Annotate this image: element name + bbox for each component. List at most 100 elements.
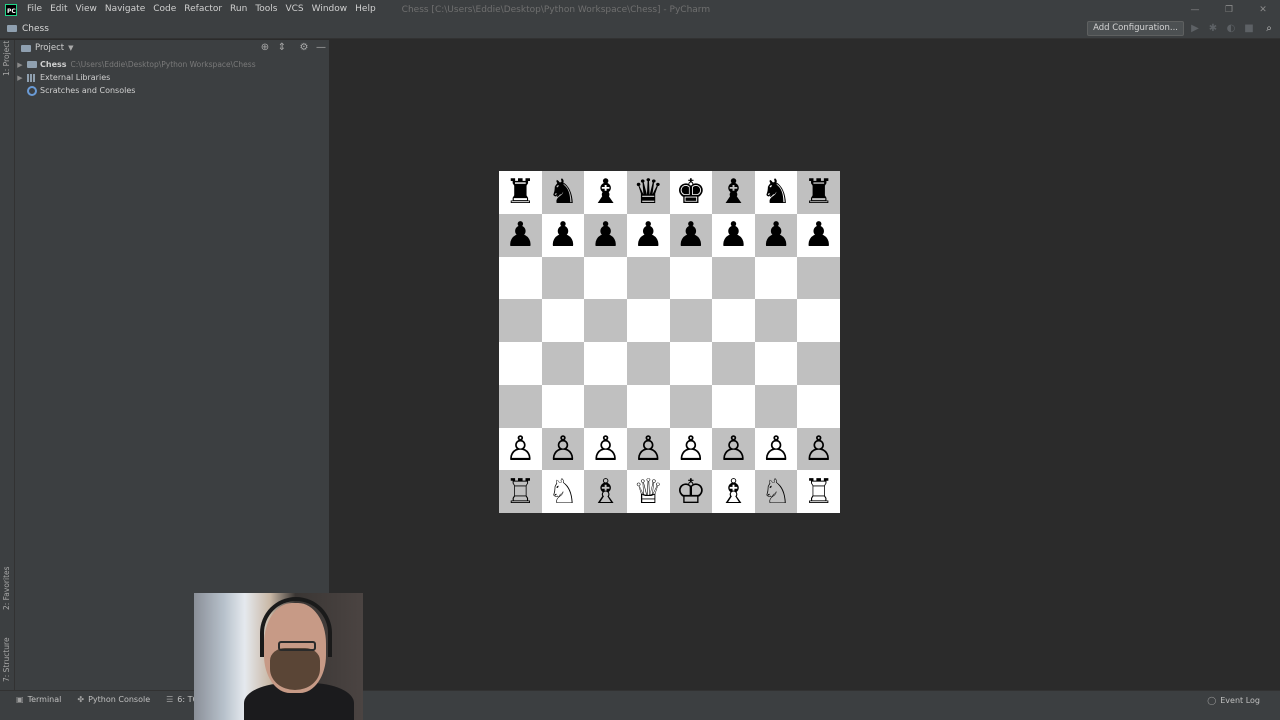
run-icon[interactable]: ▶ bbox=[1188, 22, 1202, 36]
board-square[interactable]: ♖ bbox=[499, 470, 542, 513]
chess-piece[interactable]: ♖ bbox=[505, 475, 535, 509]
chess-piece[interactable]: ♟ bbox=[676, 218, 706, 252]
board-square[interactable]: ♖ bbox=[797, 470, 840, 513]
chess-piece[interactable]: ♛ bbox=[633, 175, 663, 209]
board-square[interactable]: ♟ bbox=[754, 213, 798, 257]
stop-icon[interactable]: ■ bbox=[1242, 22, 1256, 36]
board-square[interactable]: ♝ bbox=[712, 171, 755, 214]
chess-piece[interactable]: ♟ bbox=[505, 218, 535, 252]
board-square[interactable]: ♗ bbox=[712, 470, 755, 513]
board-square[interactable] bbox=[499, 342, 542, 385]
board-square[interactable] bbox=[669, 384, 713, 428]
chess-piece[interactable]: ♜ bbox=[505, 175, 535, 209]
board-square[interactable]: ♙ bbox=[499, 427, 542, 471]
board-square[interactable] bbox=[499, 299, 542, 342]
menu-view[interactable]: View bbox=[72, 0, 101, 19]
board-square[interactable] bbox=[754, 256, 798, 300]
menu-tools[interactable]: Tools bbox=[251, 0, 281, 19]
board-square[interactable] bbox=[499, 384, 542, 428]
board-square[interactable] bbox=[541, 342, 585, 385]
chess-piece[interactable]: ♟ bbox=[718, 218, 748, 252]
board-square[interactable]: ♟ bbox=[584, 213, 627, 257]
event-log-tab[interactable]: ◯ Event Log bbox=[1207, 691, 1260, 709]
favorites-tool-tab[interactable]: 2: Favorites bbox=[2, 566, 11, 610]
chess-piece[interactable]: ♗ bbox=[590, 475, 620, 509]
board-square[interactable] bbox=[584, 384, 627, 428]
locate-icon[interactable]: ⊕ bbox=[259, 42, 271, 54]
board-square[interactable]: ♜ bbox=[797, 171, 840, 214]
chess-piece[interactable]: ♘ bbox=[548, 475, 578, 509]
board-square[interactable]: ♟ bbox=[797, 213, 840, 257]
board-square[interactable]: ♟ bbox=[712, 213, 755, 257]
chess-piece[interactable]: ♚ bbox=[676, 175, 706, 209]
menu-refactor[interactable]: Refactor bbox=[180, 0, 226, 19]
chess-piece[interactable]: ♗ bbox=[718, 475, 748, 509]
board-square[interactable]: ♞ bbox=[754, 171, 798, 214]
board-square[interactable] bbox=[669, 342, 713, 385]
chess-piece[interactable]: ♟ bbox=[633, 218, 663, 252]
chess-piece[interactable]: ♙ bbox=[505, 432, 535, 466]
board-square[interactable] bbox=[797, 384, 840, 428]
search-icon[interactable]: ⌕ bbox=[1262, 22, 1276, 36]
coverage-icon[interactable]: ◐ bbox=[1224, 22, 1238, 36]
chess-piece[interactable]: ♝ bbox=[590, 175, 620, 209]
board-square[interactable] bbox=[541, 299, 585, 342]
board-square[interactable]: ♞ bbox=[541, 171, 585, 214]
board-square[interactable]: ♛ bbox=[626, 171, 670, 214]
board-square[interactable] bbox=[712, 342, 755, 385]
tree-item-scratches[interactable]: Scratches and Consoles bbox=[15, 84, 135, 97]
board-square[interactable]: ♙ bbox=[797, 427, 840, 471]
board-square[interactable] bbox=[584, 342, 627, 385]
board-square[interactable]: ♗ bbox=[584, 470, 627, 513]
menu-help[interactable]: Help bbox=[351, 0, 380, 19]
restore-icon[interactable]: ❐ bbox=[1212, 0, 1246, 19]
board-square[interactable] bbox=[626, 342, 670, 385]
chess-piece[interactable]: ♙ bbox=[633, 432, 663, 466]
board-square[interactable] bbox=[669, 256, 713, 300]
menu-window[interactable]: Window bbox=[308, 0, 352, 19]
chess-piece[interactable]: ♕ bbox=[633, 475, 663, 509]
board-square[interactable] bbox=[712, 256, 755, 300]
board-square[interactable]: ♜ bbox=[499, 171, 542, 214]
chess-piece[interactable]: ♖ bbox=[803, 475, 833, 509]
board-square[interactable] bbox=[797, 256, 840, 300]
menu-run[interactable]: Run bbox=[226, 0, 251, 19]
breadcrumb-project[interactable]: Chess bbox=[22, 24, 49, 34]
menu-file[interactable]: File bbox=[23, 0, 46, 19]
board-square[interactable]: ♝ bbox=[584, 171, 627, 214]
board-square[interactable]: ♘ bbox=[754, 470, 798, 513]
board-square[interactable]: ♔ bbox=[669, 470, 713, 513]
board-square[interactable]: ♙ bbox=[541, 427, 585, 471]
chevron-down-icon[interactable]: ▼ bbox=[68, 44, 73, 52]
chess-piece[interactable]: ♟ bbox=[761, 218, 791, 252]
hide-panel-icon[interactable]: — bbox=[315, 42, 327, 54]
board-square[interactable]: ♘ bbox=[541, 470, 585, 513]
chess-piece[interactable]: ♙ bbox=[676, 432, 706, 466]
chess-piece[interactable]: ♔ bbox=[676, 475, 706, 509]
menu-navigate[interactable]: Navigate bbox=[101, 0, 149, 19]
chess-piece[interactable]: ♞ bbox=[761, 175, 791, 209]
board-square[interactable] bbox=[754, 342, 798, 385]
board-square[interactable] bbox=[541, 256, 585, 300]
board-square[interactable] bbox=[499, 256, 542, 300]
chess-piece[interactable]: ♙ bbox=[718, 432, 748, 466]
expand-arrow-icon[interactable]: ▶ bbox=[15, 61, 25, 69]
board-square[interactable]: ♙ bbox=[626, 427, 670, 471]
menu-edit[interactable]: Edit bbox=[46, 0, 71, 19]
board-square[interactable] bbox=[626, 299, 670, 342]
chess-board[interactable]: ♜ ♞ ♝ ♛ ♚ ♝ ♞ ♜ ♟ ♟ ♟ ♟ ♟ ♟ ♟ ♟ ♙ ♙ ♙ ♙ ♙ ♙ ♙ ♙ ♖ ♘ ♗ ♕ ♔ ♗ ♘ ♖ bbox=[499, 171, 840, 513]
board-square[interactable] bbox=[754, 384, 798, 428]
board-square[interactable]: ♚ bbox=[669, 171, 713, 214]
tree-item-project-root[interactable]: ▶ Chess C:\Users\Eddie\Desktop\Python Wo… bbox=[15, 58, 255, 71]
board-square[interactable] bbox=[712, 384, 755, 428]
menu-code[interactable]: Code bbox=[149, 0, 180, 19]
board-square[interactable] bbox=[797, 299, 840, 342]
chess-piece[interactable]: ♜ bbox=[803, 175, 833, 209]
chess-piece[interactable]: ♟ bbox=[590, 218, 620, 252]
board-square[interactable]: ♙ bbox=[754, 427, 798, 471]
minimize-icon[interactable]: — bbox=[1178, 0, 1212, 19]
board-square[interactable]: ♟ bbox=[669, 213, 713, 257]
board-square[interactable]: ♟ bbox=[626, 213, 670, 257]
chess-piece[interactable]: ♘ bbox=[761, 475, 791, 509]
board-square[interactable]: ♕ bbox=[626, 470, 670, 513]
